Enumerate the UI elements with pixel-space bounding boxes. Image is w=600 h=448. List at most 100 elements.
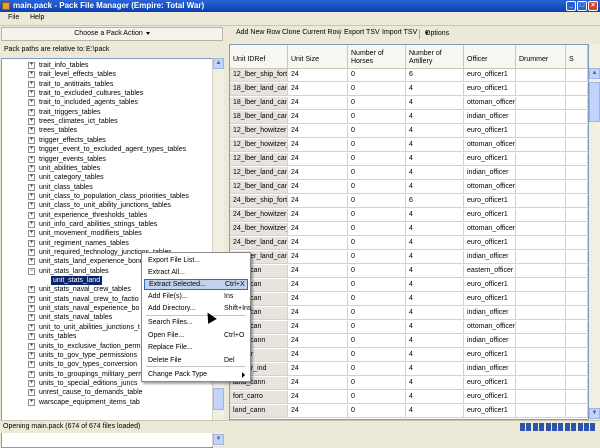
table-cell[interactable]: ottoman_officer1 (464, 97, 516, 110)
expand-icon[interactable]: + (28, 323, 35, 331)
scroll-thumb[interactable] (589, 82, 600, 122)
expand-icon[interactable]: + (28, 398, 35, 406)
expand-icon[interactable]: + (28, 342, 35, 350)
table-row[interactable]: land_can2404euro_officer1 (230, 293, 588, 306)
table-cell[interactable] (516, 251, 566, 264)
table-row[interactable]: land_cann 24 0 4 euro_officer1 (230, 405, 588, 418)
table-cell[interactable]: 24 (288, 363, 348, 376)
table-cell[interactable]: 24 (288, 209, 348, 222)
context-menu-item[interactable]: Change Pack Type (144, 369, 248, 380)
table-cell[interactable] (566, 83, 588, 96)
table-cell[interactable]: 0 (348, 139, 406, 152)
table-cell[interactable]: 24 (288, 181, 348, 194)
table-cell[interactable]: ottoman_officer1 (464, 139, 516, 152)
minimize-button[interactable]: _ (566, 1, 576, 11)
table-cell[interactable] (566, 195, 588, 208)
table-row[interactable]: mortar2404euro_officer1 (230, 349, 588, 362)
column-header[interactable]: Drummer (516, 45, 566, 69)
table-row[interactable]: fort_carro 24 0 4 euro_officer1 (230, 391, 588, 404)
table-cell[interactable] (516, 139, 566, 152)
expand-icon[interactable]: + (28, 202, 35, 210)
expand-icon[interactable]: + (28, 220, 35, 228)
expand-icon[interactable]: + (28, 62, 35, 69)
table-cell[interactable]: 0 (348, 237, 406, 250)
table-cell[interactable]: 24 (288, 237, 348, 250)
table-row[interactable]: 12_lber_howitzer_ 24 0 4 ottoman_officer1 (230, 139, 588, 152)
collapse-icon[interactable]: − (28, 267, 35, 275)
table-cell[interactable]: 24 (288, 293, 348, 306)
table-cell[interactable] (516, 391, 566, 404)
expand-icon[interactable]: + (28, 295, 35, 303)
table-cell[interactable] (516, 125, 566, 138)
expand-icon[interactable]: + (28, 389, 35, 397)
expand-icon[interactable]: + (28, 211, 35, 219)
table-cell[interactable]: 24 (288, 349, 348, 362)
table-cell[interactable] (516, 335, 566, 348)
table-cell[interactable] (516, 279, 566, 292)
table-cell[interactable] (566, 153, 588, 166)
table-cell[interactable]: 0 (348, 265, 406, 278)
table-cell[interactable] (516, 349, 566, 362)
table-cell[interactable] (566, 139, 588, 152)
expand-icon[interactable]: + (28, 108, 35, 116)
table-cell[interactable]: 24 (288, 195, 348, 208)
table-cell[interactable]: euro_officer1 (464, 349, 516, 362)
table-row[interactable]: 18_lber_land_can 24 0 4 indian_officer (230, 111, 588, 124)
table-cell[interactable] (516, 209, 566, 222)
table-cell[interactable]: 0 (348, 97, 406, 110)
expand-icon[interactable]: + (28, 71, 35, 79)
expand-icon[interactable]: + (28, 127, 35, 135)
expand-icon[interactable]: + (28, 80, 35, 88)
table-cell[interactable] (516, 363, 566, 376)
table-cell[interactable]: 18_lber_land_can (230, 97, 288, 110)
menu-help[interactable]: Help (30, 14, 44, 21)
table-cell[interactable] (516, 167, 566, 180)
table-cell[interactable] (516, 265, 566, 278)
column-header[interactable]: Unit Size (288, 45, 348, 69)
context-menu-item[interactable]: Extract All... (144, 267, 248, 278)
table-cell[interactable] (516, 111, 566, 124)
table-cell[interactable]: 12_lber_howitzer (230, 125, 288, 138)
table-cell[interactable] (516, 223, 566, 236)
table-cell[interactable] (566, 293, 588, 306)
table-cell[interactable]: 24 (288, 251, 348, 264)
table-cell[interactable] (566, 237, 588, 250)
table-cell[interactable]: euro_officer1 (464, 237, 516, 250)
table-cell[interactable]: 0 (348, 209, 406, 222)
table-cell[interactable]: 4 (406, 111, 464, 124)
context-menu-item[interactable]: Add Directory... Shift+Ins (144, 303, 251, 314)
table-cell[interactable] (516, 153, 566, 166)
table-cell[interactable] (566, 251, 588, 264)
table-cell[interactable]: 4 (406, 265, 464, 278)
table-cell[interactable] (516, 69, 566, 82)
table-cell[interactable]: 4 (406, 125, 464, 138)
table-cell[interactable] (566, 265, 588, 278)
table-cell[interactable]: 4 (406, 293, 464, 306)
table-row[interactable]: land_cann 24 0 4 euro_officer1 (230, 377, 588, 390)
table-cell[interactable]: 0 (348, 335, 406, 348)
column-header[interactable]: S (566, 45, 588, 69)
table-cell[interactable]: 0 (348, 83, 406, 96)
expand-icon[interactable]: + (28, 305, 35, 313)
table-cell[interactable] (516, 405, 566, 418)
table-cell[interactable]: 24 (288, 335, 348, 348)
table-row[interactable]: 12_lber_land_can 24 0 4 ottoman_officer1 (230, 181, 588, 194)
table-cell[interactable]: 0 (348, 125, 406, 138)
expand-icon[interactable]: + (28, 370, 35, 378)
table-cell[interactable] (516, 195, 566, 208)
table-cell[interactable] (516, 321, 566, 334)
table-cell[interactable]: 24_lber_howitzer (230, 209, 288, 222)
table-row[interactable]: 12_lber_land_can 24 0 4 euro_officer1 (230, 153, 588, 166)
add-row-button[interactable]: Add New Row (236, 29, 280, 36)
table-cell[interactable]: fort_carro (230, 391, 288, 404)
close-button[interactable]: × (588, 1, 598, 11)
table-cell[interactable]: 12_lber_howitzer_ (230, 139, 288, 152)
table-cell[interactable]: euro_officer1 (464, 69, 516, 82)
table-row[interactable]: land_can2404euro_officer1 (230, 279, 588, 292)
context-menu-item[interactable]: Open File... Ctrl+O (144, 330, 248, 341)
table-cell[interactable]: 12_lber_ship_fort_ (230, 69, 288, 82)
expand-icon[interactable]: + (28, 192, 35, 200)
table-cell[interactable]: 4 (406, 363, 464, 376)
table-cell[interactable]: 4 (406, 321, 464, 334)
expand-icon[interactable]: + (28, 183, 35, 191)
